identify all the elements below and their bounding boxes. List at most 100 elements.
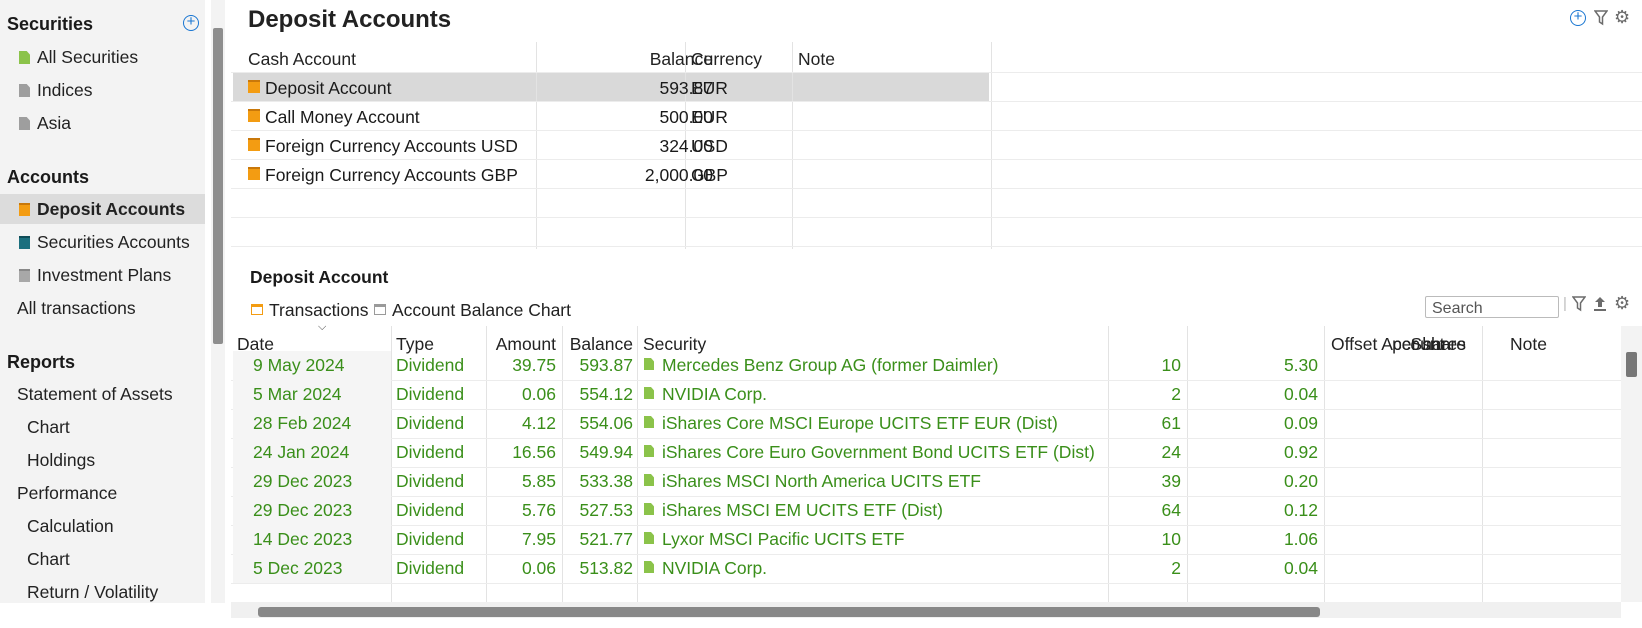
- sidebar-item-securities-accounts[interactable]: Securities Accounts: [0, 227, 205, 257]
- tab-transactions[interactable]: Transactions: [251, 300, 369, 321]
- transaction-amount: 39.75: [512, 355, 556, 375]
- securities-account-icon: [19, 236, 30, 249]
- transaction-shares: 39: [1161, 471, 1181, 491]
- transaction-security: iShares MSCI EM UCITS ETF (Dist): [662, 500, 943, 520]
- transaction-shares: 64: [1161, 500, 1181, 520]
- sidebar-item-performance[interactable]: Performance: [0, 478, 205, 508]
- sidebar-item-label: Statement of Assets: [17, 384, 173, 404]
- search-input[interactable]: Search: [1425, 296, 1559, 318]
- security-document-icon: [644, 474, 654, 486]
- transaction-type: Dividend: [396, 413, 465, 433]
- sidebar-item-label: Securities Accounts: [37, 232, 190, 252]
- transaction-balance: 521.77: [579, 529, 633, 549]
- row-divider: [231, 380, 1621, 381]
- sidebar-item-statement-of-assets[interactable]: Statement of Assets: [0, 379, 205, 409]
- transaction-per-share: 0.09: [1283, 413, 1318, 433]
- deposit-account-icon: [248, 80, 260, 93]
- deposit-account-icon: [248, 167, 260, 180]
- transaction-security: iShares Core Euro Government Bond UCITS …: [662, 442, 1095, 462]
- column-header-balance[interactable]: Balance: [564, 334, 633, 355]
- transactions-vertical-scrollbar-thumb[interactable]: [1626, 352, 1637, 377]
- sidebar-item-label: All transactions: [17, 298, 136, 318]
- security-document-icon: [644, 503, 654, 515]
- document-green-icon: [19, 51, 30, 64]
- add-security-icon[interactable]: +: [183, 14, 199, 31]
- transaction-per-share: 0.04: [1283, 558, 1318, 578]
- transaction-security: NVIDIA Corp.: [662, 384, 768, 404]
- transaction-type: Dividend: [396, 355, 465, 375]
- document-icon: [19, 84, 30, 97]
- sidebar-item-deposit-accounts[interactable]: Deposit Accounts: [0, 194, 205, 224]
- column-header-note[interactable]: Note: [798, 49, 835, 70]
- gear-icon[interactable]: ⚙: [1614, 8, 1630, 26]
- page-title: Deposit Accounts: [248, 6, 452, 33]
- column-header-cash-account[interactable]: Cash Account: [248, 49, 356, 70]
- column-header-note[interactable]: Note: [1510, 334, 1547, 355]
- sidebar-item-holdings[interactable]: Holdings: [0, 445, 205, 475]
- sidebar-item-label: Indices: [37, 80, 93, 100]
- transaction-type: Dividend: [396, 529, 465, 549]
- transaction-amount: 5.76: [521, 500, 556, 520]
- account-name: Foreign Currency Accounts GBP: [265, 165, 518, 185]
- transaction-date: 5 Dec 2023: [253, 558, 343, 578]
- transaction-type: Dividend: [396, 558, 465, 578]
- transaction-type: Dividend: [396, 471, 465, 491]
- security-document-icon: [644, 561, 654, 573]
- column-header-offset-account[interactable]: Offset Account: [1331, 334, 1445, 355]
- gear-icon[interactable]: ⚙: [1614, 294, 1630, 312]
- transaction-type: Dividend: [396, 500, 465, 520]
- sidebar-item-return-volatility[interactable]: Return / Volatility: [0, 577, 205, 607]
- transaction-amount: 5.85: [521, 471, 556, 491]
- column-header-security[interactable]: Security: [643, 334, 706, 355]
- investment-plan-icon: [19, 269, 30, 282]
- column-header-currency[interactable]: Currency: [691, 49, 762, 70]
- transactions-horizontal-scrollbar-thumb[interactable]: [258, 607, 1320, 617]
- sidebar-item-all-transactions[interactable]: All transactions: [0, 293, 205, 323]
- transactions-icon: [251, 304, 263, 315]
- sidebar-item-label: Investment Plans: [37, 265, 172, 285]
- sidebar-item-all-securities[interactable]: All Securities: [0, 42, 205, 72]
- row-divider: [231, 467, 1621, 468]
- section-header-securities: Securities: [7, 14, 94, 34]
- column-header-amount[interactable]: Amount: [476, 334, 556, 355]
- add-account-icon[interactable]: +: [1570, 9, 1586, 26]
- row-divider: [231, 496, 1621, 497]
- account-currency: USD: [691, 136, 728, 156]
- security-document-icon: [644, 532, 654, 544]
- sidebar-scrollbar-thumb[interactable]: [213, 28, 223, 344]
- transaction-security: NVIDIA Corp.: [662, 558, 768, 578]
- transaction-shares: 10: [1161, 355, 1181, 375]
- column-header-type[interactable]: Type: [396, 334, 434, 355]
- account-name: Deposit Account: [265, 78, 392, 98]
- export-icon[interactable]: [1592, 296, 1608, 312]
- security-document-icon: [644, 387, 654, 399]
- tab-account-balance-chart[interactable]: Account Balance Chart: [374, 300, 571, 321]
- sidebar-item-investment-plans[interactable]: Investment Plans: [0, 260, 205, 290]
- transaction-balance: 554.12: [579, 384, 633, 404]
- transaction-shares: 2: [1171, 384, 1181, 404]
- chart-icon: [374, 304, 386, 315]
- transaction-shares: 24: [1161, 442, 1181, 462]
- transaction-per-share: 0.04: [1283, 384, 1318, 404]
- sidebar-item-performance-chart[interactable]: Chart: [0, 544, 205, 574]
- row-divider: [231, 409, 1621, 410]
- transaction-shares: 2: [1171, 558, 1181, 578]
- sidebar-item-calculation[interactable]: Calculation: [0, 511, 205, 541]
- sidebar-item-statement-chart[interactable]: Chart: [0, 412, 205, 442]
- transaction-date: 24 Jan 2024: [253, 442, 350, 462]
- transaction-security: Lyxor MSCI Pacific UCITS ETF: [662, 529, 905, 549]
- transaction-security: iShares Core MSCI Europe UCITS ETF EUR (…: [662, 413, 1058, 433]
- transaction-date: 5 Mar 2024: [253, 384, 342, 404]
- sidebar-item-label: Calculation: [27, 516, 114, 536]
- row-divider: [231, 554, 1621, 555]
- sidebar-item-asia[interactable]: Asia: [0, 108, 205, 138]
- account-currency: GBP: [691, 165, 728, 185]
- transaction-amount: 7.95: [521, 529, 556, 549]
- filter-icon[interactable]: [1593, 10, 1609, 26]
- filter-icon[interactable]: [1571, 296, 1587, 312]
- transaction-balance: 527.53: [579, 500, 633, 520]
- transaction-per-share: 1.06: [1283, 529, 1318, 549]
- transaction-date: 14 Dec 2023: [253, 529, 353, 549]
- sidebar-item-indices[interactable]: Indices: [0, 75, 205, 105]
- account-currency: EUR: [691, 107, 728, 127]
